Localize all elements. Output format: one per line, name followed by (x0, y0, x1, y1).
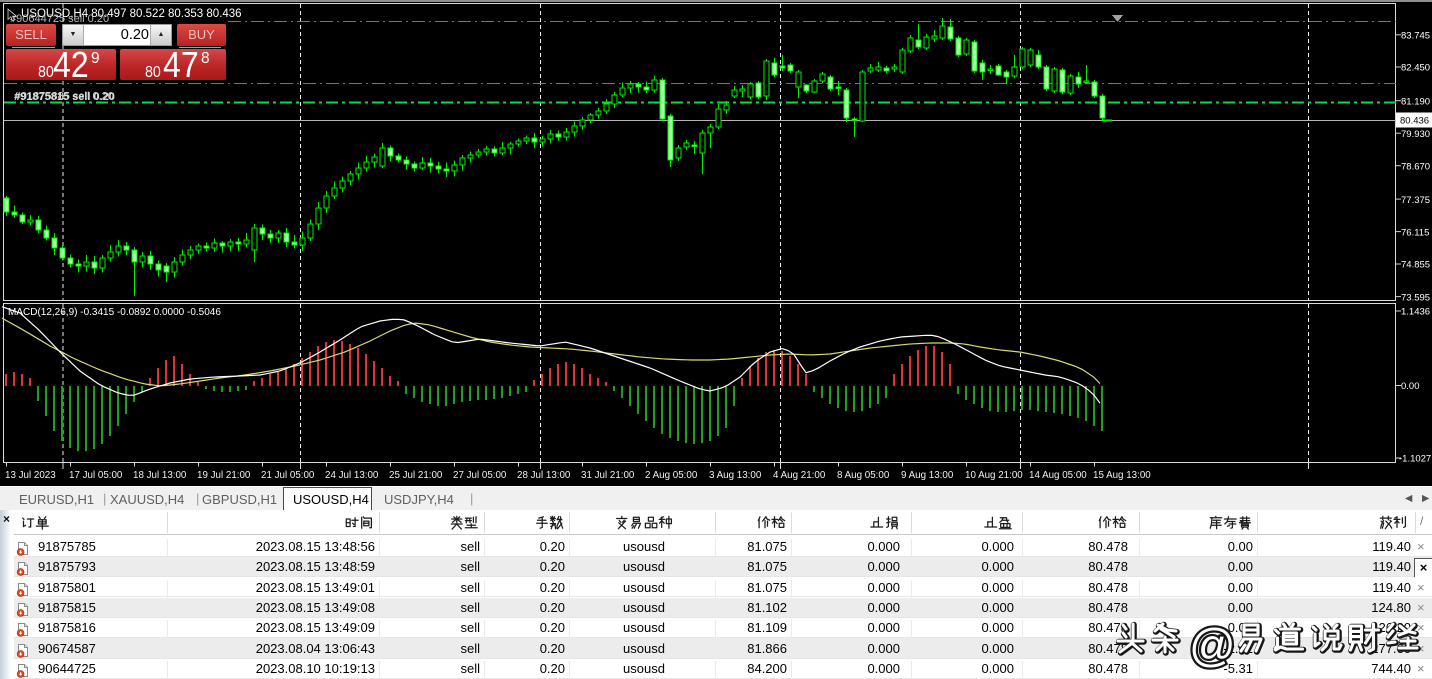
svg-text:13 Jul 2023: 13 Jul 2023 (5, 470, 56, 481)
svg-text:77.375: 77.375 (1401, 195, 1430, 206)
svg-text:79.930: 79.930 (1401, 129, 1430, 140)
svg-text:24 Jul 13:00: 24 Jul 13:00 (325, 470, 379, 481)
svg-text:9 Aug 13:00: 9 Aug 13:00 (901, 470, 954, 481)
svg-text:14 Aug 05:00: 14 Aug 05:00 (1029, 470, 1087, 481)
svg-text:1.1436: 1.1436 (1401, 307, 1430, 318)
svg-text:74.855: 74.855 (1401, 260, 1430, 271)
svg-text:MACD(12,26,9) -0.3415 -0.0892: MACD(12,26,9) -0.3415 -0.0892 0.0000 -0.… (8, 307, 221, 318)
svg-text:-1.1027: -1.1027 (1399, 454, 1431, 465)
svg-text:0.00: 0.00 (1401, 381, 1420, 392)
svg-text:3 Aug 13:00: 3 Aug 13:00 (709, 470, 762, 481)
svg-text:10 Aug 21:00: 10 Aug 21:00 (965, 470, 1023, 481)
svg-text:80.436: 80.436 (1400, 116, 1429, 127)
svg-text:78.670: 78.670 (1401, 161, 1430, 172)
svg-text:18 Jul 13:00: 18 Jul 13:00 (133, 470, 187, 481)
svg-text:73.595: 73.595 (1401, 292, 1430, 303)
svg-text:#91875885 sell 0.20: #91875885 sell 0.20 (15, 90, 114, 102)
svg-text:2 Aug 05:00: 2 Aug 05:00 (645, 470, 698, 481)
svg-text:76.115: 76.115 (1401, 227, 1429, 238)
svg-text:25 Jul 21:00: 25 Jul 21:00 (389, 470, 443, 481)
svg-text:21 Jul 05:00: 21 Jul 05:00 (261, 470, 315, 481)
svg-text:15 Aug 13:00: 15 Aug 13:00 (1093, 470, 1151, 481)
svg-text:4 Aug 21:00: 4 Aug 21:00 (773, 470, 826, 481)
svg-text:27 Jul 05:00: 27 Jul 05:00 (453, 470, 507, 481)
svg-text:81.190: 81.190 (1401, 96, 1430, 107)
svg-text:8 Aug 05:00: 8 Aug 05:00 (837, 470, 890, 481)
svg-text:83.745: 83.745 (1401, 31, 1430, 42)
svg-text:17 Jul 05:00: 17 Jul 05:00 (69, 470, 123, 481)
svg-text:28 Jul 13:00: 28 Jul 13:00 (517, 470, 571, 481)
svg-text:82.450: 82.450 (1401, 63, 1430, 74)
svg-text:31 Jul 21:00: 31 Jul 21:00 (581, 470, 635, 481)
svg-text:19 Jul 21:00: 19 Jul 21:00 (197, 470, 251, 481)
svg-text:@: @ (1189, 619, 1236, 671)
